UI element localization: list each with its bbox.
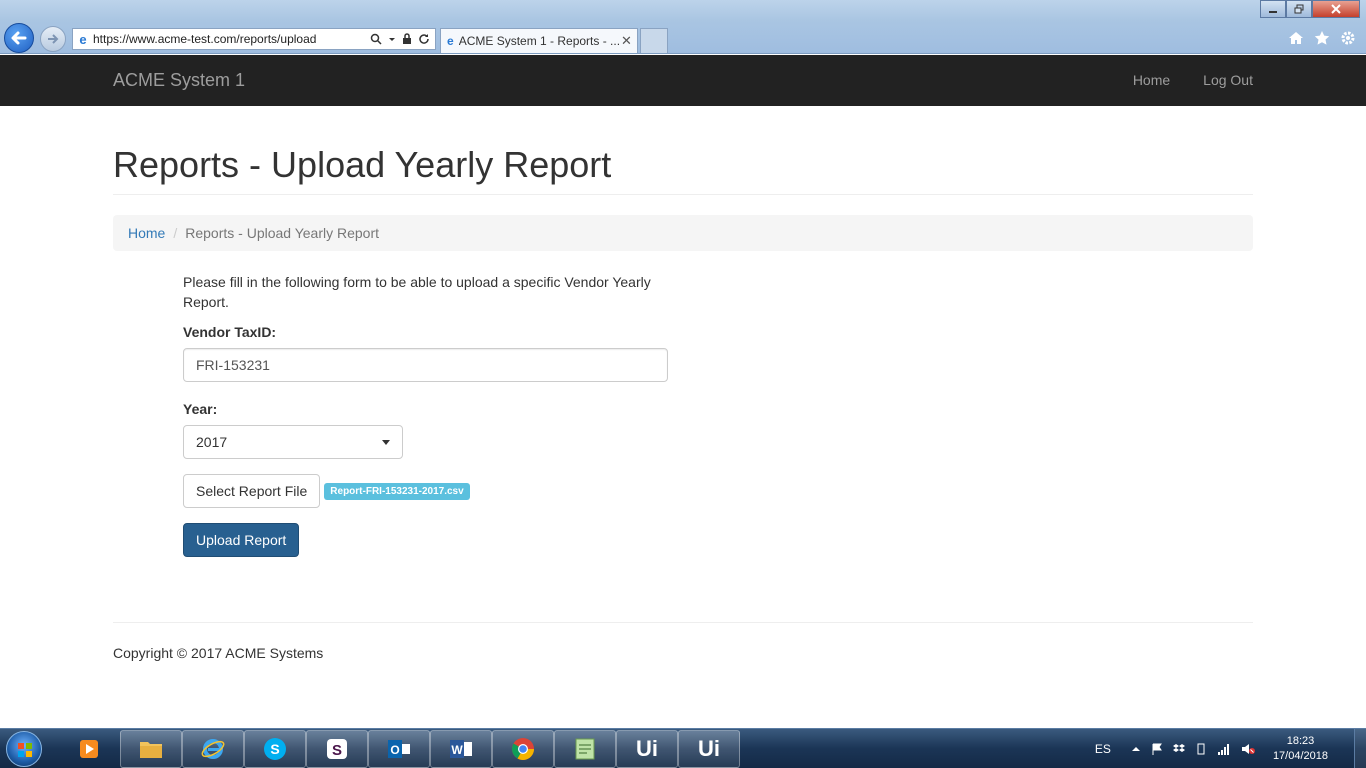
search-icon[interactable] bbox=[370, 33, 382, 45]
breadcrumb-separator: / bbox=[173, 225, 178, 241]
taskbar-word[interactable]: W bbox=[430, 730, 492, 768]
minimize-button[interactable] bbox=[1260, 0, 1286, 18]
taskbar-slack[interactable]: S bbox=[306, 730, 368, 768]
new-tab-button[interactable] bbox=[640, 28, 668, 53]
device-icon[interactable] bbox=[1195, 743, 1207, 755]
taskbar-uipath-2[interactable]: Ui bbox=[678, 730, 740, 768]
site-brand[interactable]: ACME System 1 bbox=[113, 70, 245, 91]
minimize-icon bbox=[1269, 11, 1277, 13]
windows-logo-icon bbox=[18, 743, 32, 757]
year-label: Year: bbox=[183, 401, 218, 417]
taskbar-skype[interactable]: S bbox=[244, 730, 306, 768]
dropbox-icon[interactable] bbox=[1172, 743, 1185, 755]
selected-file-badge: Report-FRI-153231-2017.csv bbox=[324, 482, 470, 500]
skype-icon: S bbox=[264, 738, 286, 760]
vendor-taxid-label: Vendor TaxID: bbox=[183, 324, 277, 340]
ie-favicon-icon: e bbox=[79, 31, 87, 47]
restore-icon bbox=[1294, 4, 1304, 14]
address-bar[interactable]: e https://www.acme-test.com/reports/uplo… bbox=[72, 28, 436, 50]
forward-button[interactable] bbox=[40, 26, 66, 52]
close-icon bbox=[1331, 4, 1341, 14]
action-center-flag-icon[interactable] bbox=[1151, 743, 1163, 755]
taskbar-outlook[interactable]: O bbox=[368, 730, 430, 768]
internet-explorer-icon bbox=[201, 739, 225, 759]
favorites-star-icon[interactable] bbox=[1314, 30, 1330, 46]
system-tray: ES 18:23 17/04/2018 bbox=[1095, 729, 1366, 768]
tab-close-icon[interactable]: ✕ bbox=[621, 33, 637, 49]
outlook-icon: O bbox=[388, 740, 410, 758]
settings-gear-icon[interactable] bbox=[1340, 30, 1356, 46]
maximize-button[interactable] bbox=[1286, 0, 1312, 18]
caret-down-icon bbox=[382, 439, 390, 445]
back-arrow-icon bbox=[11, 31, 27, 45]
language-indicator[interactable]: ES bbox=[1095, 742, 1111, 756]
svg-text:W: W bbox=[451, 743, 463, 757]
slack-icon: S bbox=[327, 739, 347, 759]
svg-text:S: S bbox=[332, 742, 342, 759]
windows-taskbar: S S O W Ui Ui ES 18:23 17/04/2018 bbox=[0, 728, 1366, 768]
word-icon: W bbox=[450, 740, 472, 758]
taskbar-media-player[interactable] bbox=[58, 730, 120, 768]
volume-muted-icon[interactable] bbox=[1241, 743, 1255, 755]
dropdown-arrow-icon[interactable] bbox=[388, 33, 396, 45]
network-signal-icon[interactable] bbox=[1217, 743, 1231, 755]
main-content: Reports - Upload Yearly Report Home / Re… bbox=[113, 106, 1253, 557]
vendor-taxid-input[interactable] bbox=[183, 348, 668, 382]
lock-icon[interactable] bbox=[402, 33, 412, 45]
notepad-icon bbox=[575, 738, 595, 760]
footer: Copyright © 2017 ACME Systems bbox=[113, 622, 1253, 661]
taskbar-file-explorer[interactable] bbox=[120, 730, 182, 768]
tab-title: ACME System 1 - Reports - ... bbox=[458, 34, 621, 48]
media-player-icon bbox=[80, 740, 98, 758]
upload-report-button[interactable]: Upload Report bbox=[183, 523, 300, 557]
upload-form: Please fill in the following form to be … bbox=[183, 272, 668, 557]
tab-favicon-icon: e bbox=[447, 34, 454, 48]
svg-text:O: O bbox=[390, 743, 399, 757]
folder-icon bbox=[140, 742, 162, 758]
taskbar-notepad[interactable] bbox=[554, 730, 616, 768]
year-select[interactable]: 2017 bbox=[183, 425, 403, 459]
taskbar-chrome[interactable] bbox=[492, 730, 554, 768]
taskbar-internet-explorer[interactable] bbox=[182, 730, 244, 768]
breadcrumb-current: Reports - Upload Yearly Report bbox=[185, 225, 380, 241]
back-button[interactable] bbox=[4, 23, 34, 53]
site-navbar: ACME System 1 Home Log Out bbox=[0, 55, 1366, 106]
refresh-icon[interactable] bbox=[418, 33, 430, 45]
show-desktop-button[interactable] bbox=[1354, 729, 1366, 768]
nav-home-link[interactable]: Home bbox=[1133, 72, 1170, 88]
close-window-button[interactable] bbox=[1312, 0, 1360, 18]
show-hidden-icons-icon[interactable] bbox=[1131, 743, 1141, 755]
browser-chrome: e https://www.acme-test.com/reports/uplo… bbox=[0, 0, 1366, 54]
start-button[interactable] bbox=[6, 731, 42, 767]
taskbar-uipath-1[interactable]: Ui bbox=[616, 730, 678, 768]
breadcrumb-home-link[interactable]: Home bbox=[128, 225, 165, 241]
window-controls bbox=[1260, 0, 1360, 18]
system-clock[interactable]: 18:23 17/04/2018 bbox=[1273, 734, 1328, 764]
svg-text:S: S bbox=[270, 741, 279, 757]
page-title: Reports - Upload Yearly Report bbox=[113, 146, 1253, 195]
copyright-text: Copyright © 2017 ACME Systems bbox=[113, 645, 324, 661]
form-intro-text: Please fill in the following form to be … bbox=[183, 274, 651, 310]
address-url[interactable]: https://www.acme-test.com/reports/upload bbox=[93, 32, 370, 46]
chrome-icon bbox=[512, 738, 534, 760]
clock-date: 17/04/2018 bbox=[1272, 750, 1328, 762]
clock-time: 18:23 bbox=[1286, 735, 1315, 747]
browser-tab-active[interactable]: e ACME System 1 - Reports - ... ✕ bbox=[440, 28, 638, 53]
select-report-file-button[interactable]: Select Report File bbox=[183, 474, 321, 508]
nav-logout-link[interactable]: Log Out bbox=[1203, 72, 1253, 88]
year-selected-value: 2017 bbox=[196, 434, 228, 450]
breadcrumb: Home / Reports - Upload Yearly Report bbox=[113, 215, 1253, 251]
home-icon[interactable] bbox=[1288, 30, 1304, 46]
forward-arrow-icon bbox=[48, 34, 59, 44]
